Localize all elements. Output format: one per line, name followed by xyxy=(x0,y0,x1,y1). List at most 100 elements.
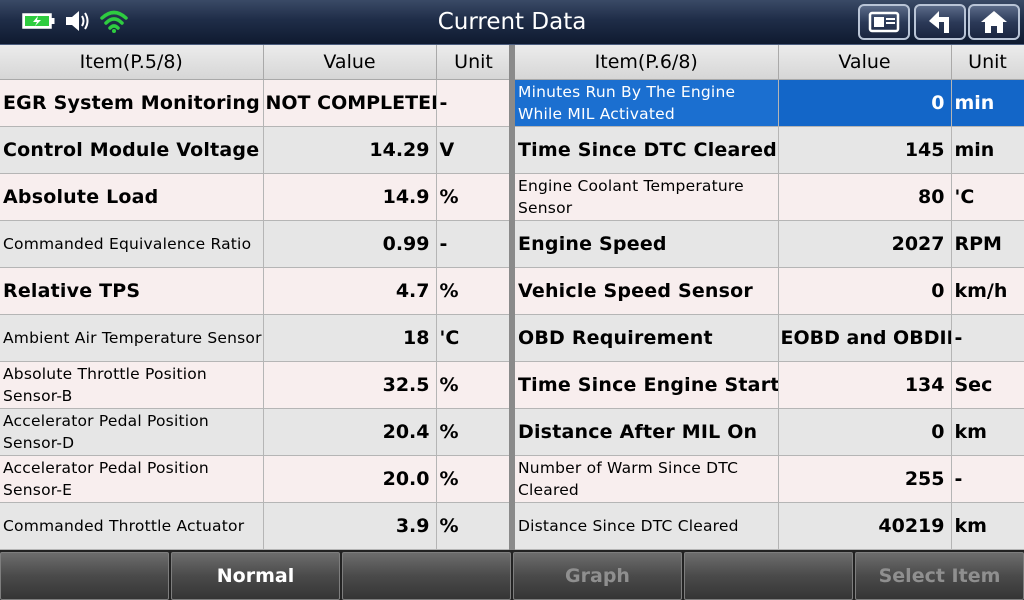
item-unit: - xyxy=(436,220,512,268)
item-name: Commanded Throttle Actuator xyxy=(0,502,264,550)
table-row[interactable]: Relative TPS 4.7 % xyxy=(0,267,512,315)
column-header-item[interactable]: Item(P.6/8) xyxy=(515,45,779,80)
item-unit: % xyxy=(436,361,512,409)
table-row[interactable]: Number of Warm Since DTC Cleared 255 - xyxy=(515,455,1024,503)
item-name: Distance After MIL On xyxy=(515,408,779,456)
item-unit: % xyxy=(436,502,512,550)
table-row[interactable]: Time Since DTC Cleared 145 min xyxy=(515,126,1024,174)
item-value: 20.0 xyxy=(263,455,437,503)
item-name: Control Module Voltage xyxy=(0,126,264,174)
table-row[interactable]: Control Module Voltage 14.29 V xyxy=(0,126,512,174)
item-unit: V xyxy=(436,126,512,174)
table-row[interactable]: Commanded Equivalence Ratio 0.99 - xyxy=(0,220,512,268)
table-row-selected[interactable]: Minutes Run By The Engine While MIL Acti… xyxy=(515,79,1024,127)
item-name: Engine Speed xyxy=(515,220,779,268)
item-value: 145 xyxy=(778,126,952,174)
column-header-value: Value xyxy=(778,45,952,80)
item-name: Distance Since DTC Cleared xyxy=(515,502,779,550)
table-row[interactable]: Vehicle Speed Sensor 0 km/h xyxy=(515,267,1024,315)
graph-button[interactable]: Graph xyxy=(513,552,682,600)
item-value: 0.99 xyxy=(263,220,437,268)
table-row[interactable]: EGR System Monitoring NOT COMPLETED - xyxy=(0,79,512,127)
item-name: Accelerator Pedal Position Sensor-E xyxy=(0,455,264,503)
item-unit: % xyxy=(436,173,512,221)
home-button[interactable] xyxy=(968,4,1020,40)
item-name: Accelerator Pedal Position Sensor-D xyxy=(0,408,264,456)
toolbar-button-1[interactable] xyxy=(0,552,169,600)
bottom-toolbar: Normal Graph Select Item xyxy=(0,550,1024,600)
table-row[interactable]: Engine Coolant Temperature Sensor 80 'C xyxy=(515,173,1024,221)
item-value: 0 xyxy=(778,408,952,456)
item-unit: % xyxy=(436,267,512,315)
item-name: OBD Requirement xyxy=(515,314,779,362)
item-name: Relative TPS xyxy=(0,267,264,315)
back-button[interactable] xyxy=(914,4,966,40)
select-item-button[interactable]: Select Item xyxy=(855,552,1024,600)
back-icon xyxy=(929,11,949,33)
table-row[interactable]: Ambient Air Temperature Sensor 18 'C xyxy=(0,314,512,362)
table-row[interactable]: Engine Speed 2027 RPM xyxy=(515,220,1024,268)
item-value: 0 xyxy=(778,267,952,315)
item-unit: min xyxy=(951,126,1024,174)
item-value: 3.9 xyxy=(263,502,437,550)
item-value: 2027 xyxy=(778,220,952,268)
home-icon xyxy=(981,11,1007,33)
item-unit: Sec xyxy=(951,361,1024,409)
top-bar: Current Data xyxy=(0,0,1024,45)
item-name: Vehicle Speed Sensor xyxy=(515,267,779,315)
status-icons xyxy=(22,8,128,34)
item-name: Minutes Run By The Engine While MIL Acti… xyxy=(515,79,779,127)
screenshot-button[interactable] xyxy=(858,4,910,40)
item-value: 14.29 xyxy=(263,126,437,174)
item-unit: km/h xyxy=(951,267,1024,315)
item-value: NOT COMPLETED xyxy=(263,79,437,127)
toolbar-button-3[interactable] xyxy=(342,552,511,600)
column-header-unit: Unit xyxy=(951,45,1024,80)
item-value: 40219 xyxy=(778,502,952,550)
table-row[interactable]: Time Since Engine Start 134 Sec xyxy=(515,361,1024,409)
item-unit: 'C xyxy=(951,173,1024,221)
item-unit: km xyxy=(951,502,1024,550)
wifi-icon xyxy=(100,10,128,33)
item-value: 4.7 xyxy=(263,267,437,315)
table-row[interactable]: OBD Requirement EOBD and OBDII - xyxy=(515,314,1024,362)
item-value: 20.4 xyxy=(263,408,437,456)
item-unit: RPM xyxy=(951,220,1024,268)
item-unit: % xyxy=(436,455,512,503)
item-unit: % xyxy=(436,408,512,456)
column-header-unit: Unit xyxy=(436,45,512,80)
item-name: Absolute Load xyxy=(0,173,264,221)
table-row[interactable]: Absolute Load 14.9 % xyxy=(0,173,512,221)
item-name: Number of Warm Since DTC Cleared xyxy=(515,455,779,503)
item-unit: km xyxy=(951,408,1024,456)
item-value: 255 xyxy=(778,455,952,503)
column-header-item[interactable]: Item(P.5/8) xyxy=(0,45,264,80)
item-value: 134 xyxy=(778,361,952,409)
item-value: 14.9 xyxy=(263,173,437,221)
item-unit: 'C xyxy=(436,314,512,362)
item-name: EGR System Monitoring xyxy=(0,79,264,127)
item-name: Time Since Engine Start xyxy=(515,361,779,409)
table-row[interactable]: Absolute Throttle Position Sensor-B 32.5… xyxy=(0,361,512,409)
item-value: 0 xyxy=(778,79,952,127)
table-row[interactable]: Accelerator Pedal Position Sensor-E 20.0… xyxy=(0,455,512,503)
item-value: 18 xyxy=(263,314,437,362)
battery-icon xyxy=(22,13,55,29)
column-header-value: Value xyxy=(263,45,437,80)
item-unit: - xyxy=(951,455,1024,503)
table-row[interactable]: Commanded Throttle Actuator 3.9 % xyxy=(0,502,512,550)
table-row[interactable]: Distance After MIL On 0 km xyxy=(515,408,1024,456)
normal-button[interactable]: Normal xyxy=(171,552,340,600)
table-row[interactable]: Accelerator Pedal Position Sensor-D 20.4… xyxy=(0,408,512,456)
item-value: EOBD and OBDII xyxy=(778,314,952,362)
item-name: Engine Coolant Temperature Sensor xyxy=(515,173,779,221)
table-row[interactable]: Distance Since DTC Cleared 40219 km xyxy=(515,502,1024,550)
item-name: Time Since DTC Cleared xyxy=(515,126,779,174)
item-unit: - xyxy=(951,314,1024,362)
toolbar-button-5[interactable] xyxy=(684,552,853,600)
item-value: 80 xyxy=(778,173,952,221)
item-unit: - xyxy=(436,79,512,127)
item-unit: min xyxy=(951,79,1024,127)
item-value: 32.5 xyxy=(263,361,437,409)
screenshot-icon xyxy=(868,11,900,33)
